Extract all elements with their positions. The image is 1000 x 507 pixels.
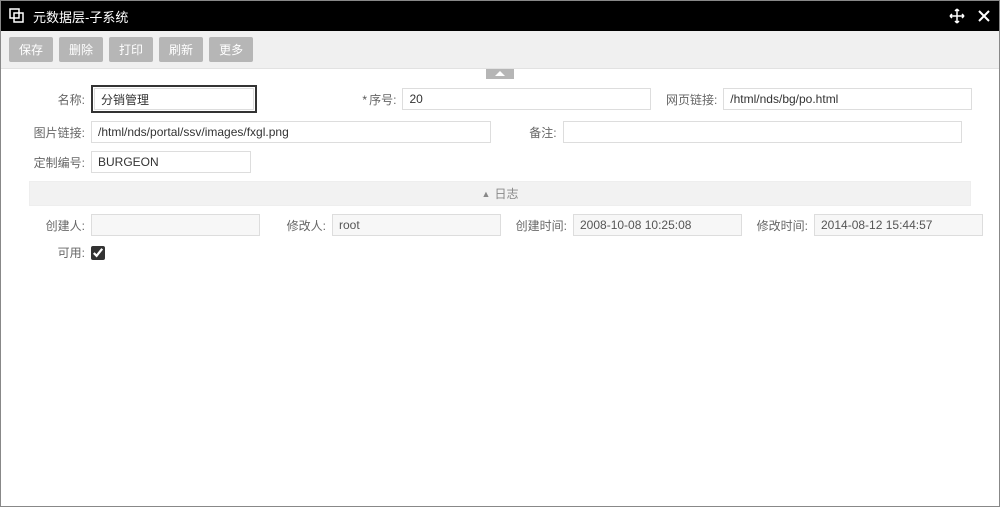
refresh-button[interactable]: 刷新 bbox=[159, 37, 203, 62]
weblink-label: 网页链接: bbox=[661, 91, 717, 108]
modify-time-label: 修改时间: bbox=[752, 217, 808, 234]
create-time-label: 创建时间: bbox=[511, 217, 567, 234]
print-button[interactable]: 打印 bbox=[109, 37, 153, 62]
app-icon bbox=[9, 8, 25, 24]
customno-label: 定制编号: bbox=[29, 154, 85, 171]
seq-input[interactable] bbox=[402, 88, 651, 110]
titlebar: 元数据层-子系统 bbox=[1, 1, 999, 31]
weblink-input[interactable] bbox=[723, 88, 972, 110]
name-label: 名称: bbox=[29, 91, 85, 108]
seq-label: *序号: bbox=[340, 91, 396, 108]
chevron-up-icon: ▲ bbox=[482, 189, 491, 199]
save-button[interactable]: 保存 bbox=[9, 37, 53, 62]
customno-input[interactable] bbox=[91, 151, 251, 173]
create-time-input bbox=[573, 214, 742, 236]
remark-label: 备注: bbox=[501, 124, 557, 141]
remark-input[interactable] bbox=[563, 121, 963, 143]
more-button[interactable]: 更多 bbox=[209, 37, 253, 62]
imglink-input[interactable] bbox=[91, 121, 491, 143]
window-title: 元数据层-子系统 bbox=[33, 7, 949, 26]
creator-label: 创建人: bbox=[29, 217, 85, 234]
collapse-up-icon[interactable] bbox=[486, 69, 514, 79]
content-area: 名称: *序号: 网页链接: 图片链接: 备注: bbox=[1, 69, 999, 506]
imglink-label: 图片链接: bbox=[29, 124, 85, 141]
toolbar: 保存 删除 打印 刷新 更多 bbox=[1, 31, 999, 69]
modifier-label: 修改人: bbox=[270, 217, 326, 234]
creator-input bbox=[91, 214, 260, 236]
close-icon[interactable] bbox=[977, 9, 991, 23]
delete-button[interactable]: 删除 bbox=[59, 37, 103, 62]
move-icon[interactable] bbox=[949, 8, 965, 24]
usable-checkbox[interactable] bbox=[91, 246, 105, 260]
name-input[interactable] bbox=[94, 88, 254, 110]
modify-time-input bbox=[814, 214, 983, 236]
usable-label: 可用: bbox=[29, 244, 85, 261]
modifier-input bbox=[332, 214, 501, 236]
log-section-header[interactable]: ▲ 日志 bbox=[29, 181, 971, 206]
